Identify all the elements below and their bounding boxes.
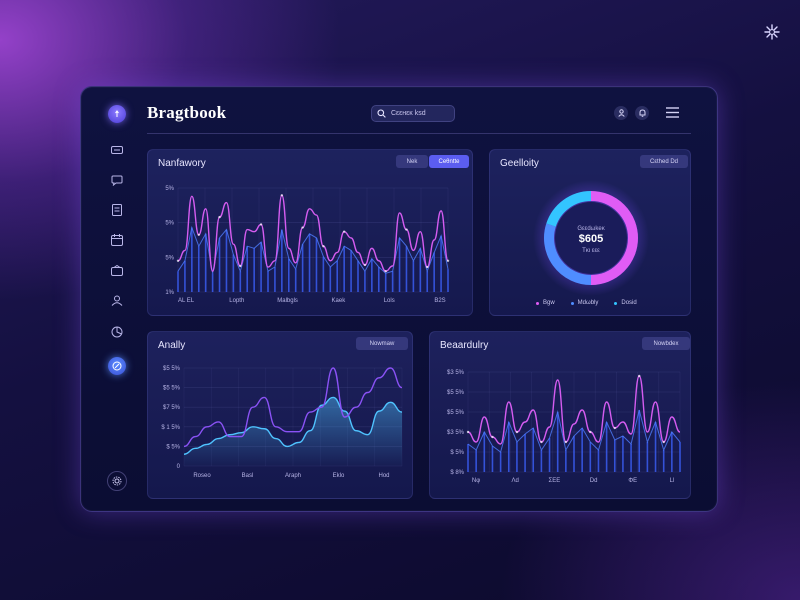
x-tick-label: Dd	[590, 478, 598, 484]
y-tick-label: $5 5%	[447, 390, 465, 396]
donut-center-value: $605	[579, 233, 603, 245]
dashboard-window: Bragtbook Cεεнεκ ksd Nanfawory Nek Ceθnt…	[80, 86, 718, 512]
donut-chart: Gεεdωkeκ$605 Tκι εεε	[533, 180, 649, 296]
x-tick-label: ΦΕ	[628, 478, 637, 484]
search-icon	[377, 109, 386, 118]
menu-icon[interactable]	[666, 107, 679, 118]
data-point	[564, 440, 568, 444]
user-icon[interactable]	[614, 106, 628, 120]
legend-dot	[570, 301, 574, 305]
users-icon[interactable]	[108, 291, 126, 309]
data-point	[426, 265, 429, 269]
line-chart: $3 5% $5 5% $5 5% $3 5% $ 5% $ 8% Nφ Λd ΣΕΕ Dd ΦΕ L…	[447, 370, 681, 484]
legend-item: Mdωbly	[570, 300, 599, 306]
x-tick-label: B2S	[434, 298, 445, 304]
chart-icon[interactable]	[108, 323, 126, 341]
sparkle-icon	[764, 24, 780, 40]
search-input[interactable]: Cεεнεκ ksd	[371, 105, 455, 122]
sidebar	[81, 87, 151, 511]
mail-icon[interactable]	[108, 261, 126, 279]
data-point	[638, 374, 641, 378]
legend-dot	[614, 301, 618, 305]
x-tick-label: Hod	[378, 473, 389, 479]
x-tick-label: Nφ	[472, 478, 480, 484]
x-tick-label: Eklo	[333, 473, 345, 479]
legend-dot	[536, 301, 539, 305]
data-point	[301, 226, 304, 229]
x-tick-label: Λd	[512, 478, 519, 484]
x-tick-label: Lols	[384, 298, 395, 304]
x-tick-label: Lopth	[229, 298, 244, 304]
legend-label: Dosid	[621, 300, 637, 306]
line-chart: 5% 5% 5% 1% AL EL Lopth Malbgls Kaek Lols B2S	[165, 186, 450, 304]
area-chart: $5 5% $5 5% $7 5% $ 1 5% $ 5% 0 Roseo Basl Araph…	[161, 366, 403, 479]
x-tick-label: Malbgls	[277, 298, 298, 304]
y-tick-label: 5%	[165, 221, 174, 227]
chat-icon[interactable]	[108, 171, 126, 189]
data-point	[446, 259, 450, 262]
donut-center-sub: Tκι εεε	[582, 248, 600, 254]
y-tick-label: $5 5%	[163, 366, 181, 372]
y-tick-label: 1%	[165, 290, 174, 296]
y-tick-label: $ 5%	[450, 450, 464, 456]
app-title: Bragtbook	[147, 103, 227, 122]
y-tick-label: $3 5%	[447, 370, 465, 376]
data-point	[363, 263, 367, 267]
data-point	[540, 440, 543, 444]
data-point	[466, 430, 470, 434]
x-tick-label: AL EL	[178, 298, 195, 304]
donut-center-label: Gεεdωkeκ	[577, 226, 605, 232]
x-tick-label: Roseo	[193, 473, 211, 479]
data-point	[218, 215, 221, 219]
data-point	[342, 230, 346, 233]
y-tick-label: $ 8%	[450, 470, 464, 476]
data-point	[613, 426, 616, 430]
y-tick-label: 5%	[165, 255, 174, 261]
data-point	[176, 259, 180, 262]
y-tick-label: 0	[177, 464, 181, 470]
calendar-icon[interactable]	[108, 231, 126, 249]
globe-icon[interactable]	[108, 357, 126, 375]
list-icon[interactable]	[108, 141, 126, 159]
data-point	[515, 430, 519, 434]
data-point	[491, 435, 494, 439]
data-point	[197, 233, 200, 236]
legend-item: Dosid	[614, 300, 637, 306]
y-tick-label: $ 5%	[166, 444, 180, 450]
logo-icon[interactable]	[108, 105, 126, 123]
chart-legend: Bgw Mdωbly Dosid	[536, 300, 637, 306]
data-point	[405, 228, 408, 231]
data-point	[322, 245, 325, 248]
panel-top-left: Nanfawory Nek Ceθntte 5% 5% 5% 1% AL EL Lopth…	[147, 149, 473, 316]
x-tick-label: Basl	[242, 473, 254, 479]
document-icon[interactable]	[108, 201, 126, 219]
legend-item: Bgw	[536, 300, 555, 306]
y-tick-label: $3 5%	[447, 430, 465, 436]
data-point	[662, 440, 665, 444]
panel-top-right: Geelloity Cεthed Dd Gεεdωkeκ $605 Tκι εεε …	[489, 149, 691, 316]
search-text: Cεεнεκ ksd	[391, 110, 426, 117]
x-tick-label: Araph	[285, 473, 301, 479]
data-point	[280, 194, 284, 197]
panel-bottom-left: Anally Nowmaw $5 5% $5 5% $7 5% $ 1 5% $ 5% 0…	[147, 331, 413, 499]
y-tick-label: $ 1 5%	[161, 425, 180, 431]
y-tick-label: $5 5%	[163, 386, 181, 392]
data-point	[384, 270, 387, 273]
legend-label: Bgw	[543, 300, 555, 306]
y-tick-label: 5%	[165, 186, 174, 192]
x-tick-label: Ll	[670, 478, 675, 484]
settings-icon[interactable]	[107, 471, 127, 491]
y-tick-label: $7 5%	[163, 405, 181, 411]
bell-icon[interactable]	[635, 106, 649, 120]
x-tick-label: Kaek	[332, 298, 347, 304]
legend-label: Mdωbly	[577, 300, 599, 306]
data-point	[589, 430, 592, 434]
data-point	[259, 223, 263, 226]
y-tick-label: $5 5%	[447, 410, 465, 416]
data-point	[239, 264, 242, 268]
header-divider	[147, 133, 691, 134]
x-tick-label: ΣΕΕ	[549, 478, 561, 484]
panel-bottom-right: Beaardulry Nowbdex $3 5% $5 5% $5 5% $3 5% $…	[429, 331, 691, 499]
